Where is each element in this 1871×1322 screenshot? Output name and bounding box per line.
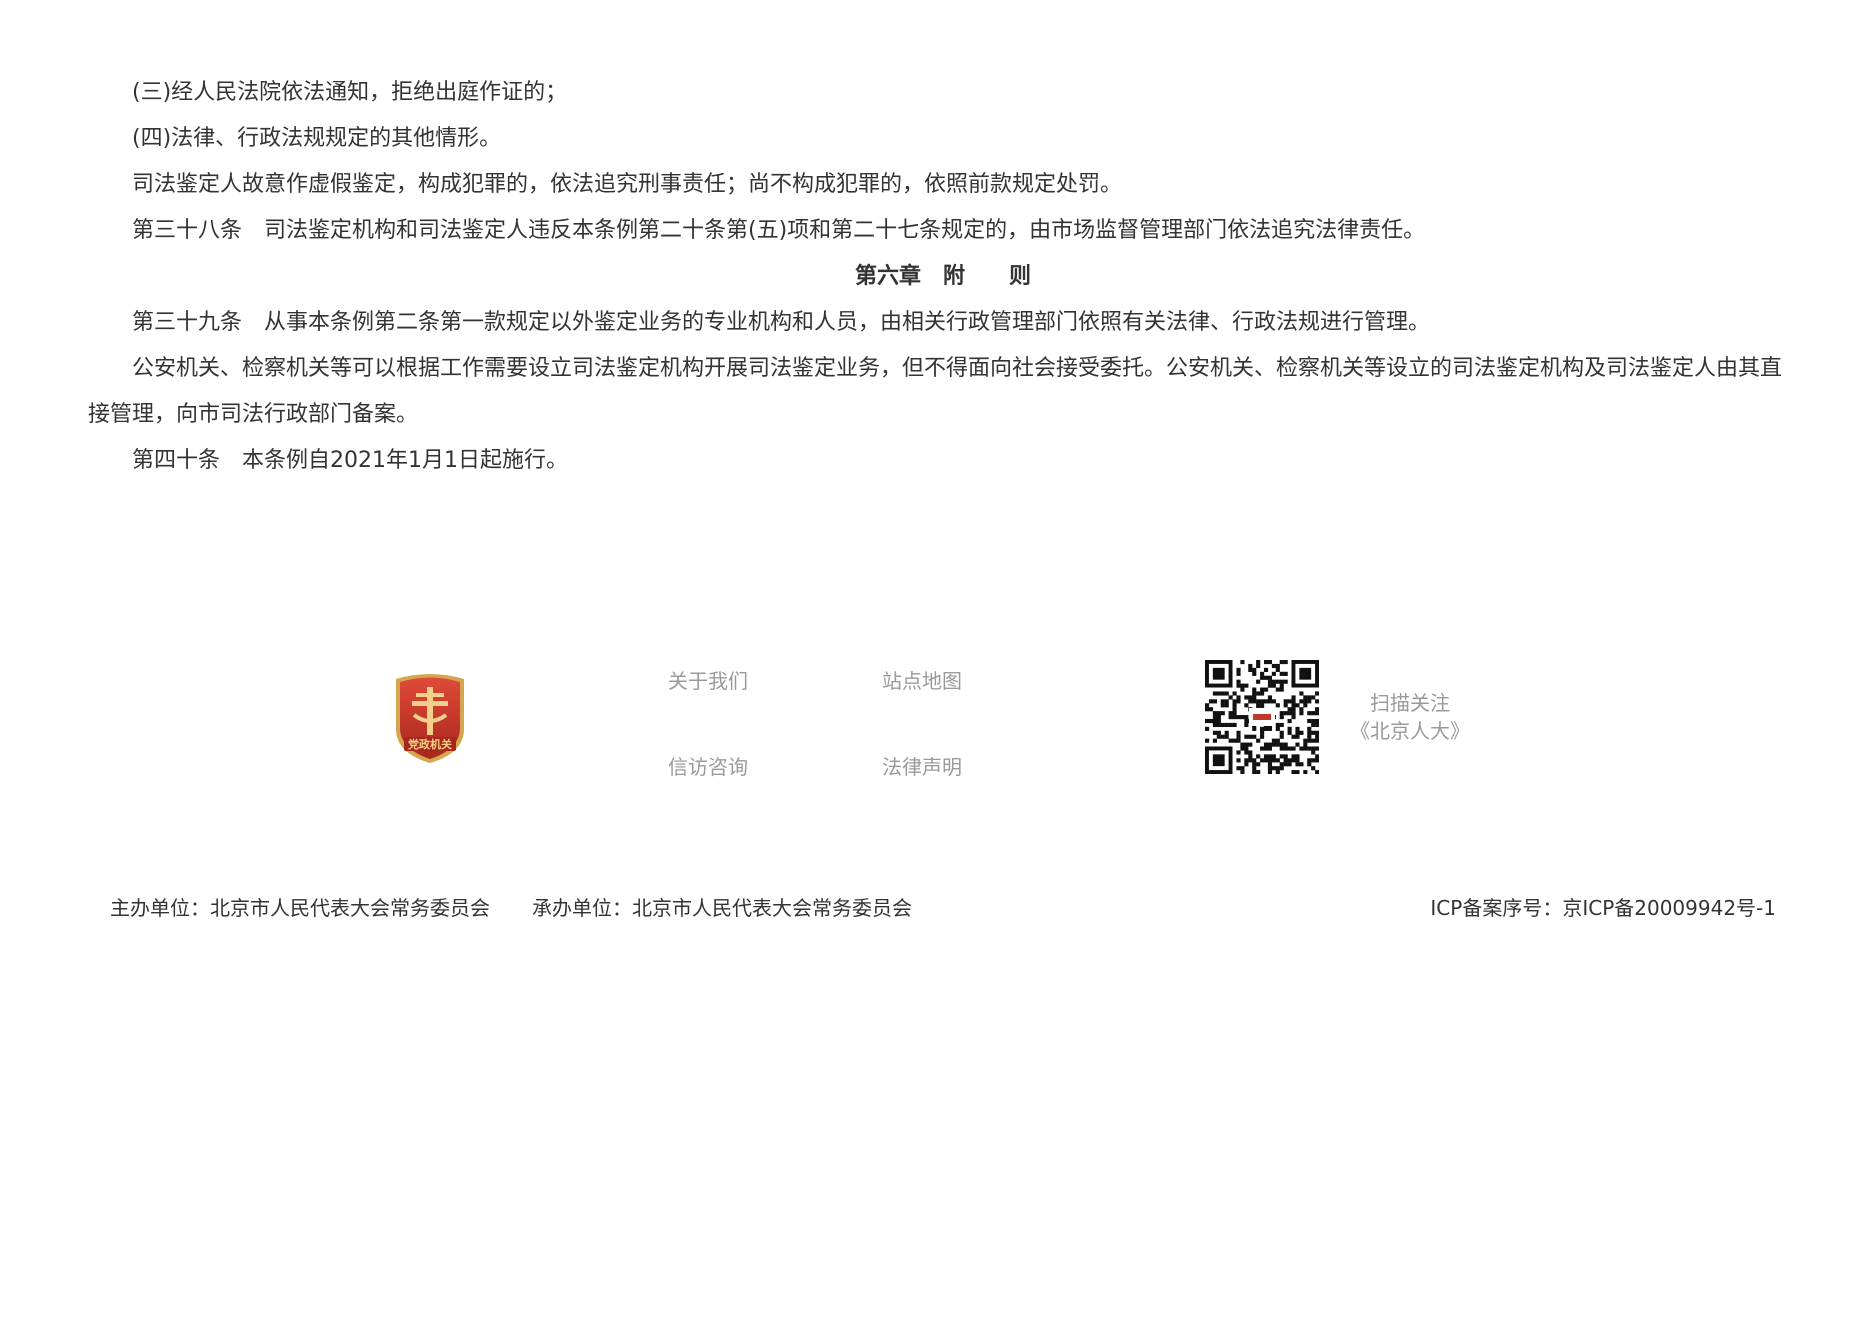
article-paragraph: (三)经人民法院依法通知，拒绝出庭作证的； xyxy=(132,80,568,105)
chapter-heading: 第六章 附 则 xyxy=(854,264,1031,289)
article-paragraph: 第三十八条 司法鉴定机构和司法鉴定人违反本条例第二十条第(五)项和第二十七条规定… xyxy=(132,218,1426,243)
about-us-link[interactable]: 关于我们 xyxy=(668,665,748,694)
footer-links: 党政机关 关于我们 站点地图 信访咨询 法律声明 扫描关注 《北京人大》 xyxy=(0,655,1871,785)
article-body: (三)经人民法院依法通知，拒绝出庭作证的； (四)法律、行政法规规定的其他情形。司… xyxy=(88,70,1798,484)
qr-caption: 扫描关注 《北京人大》 xyxy=(1340,689,1480,745)
article-paragraph: (四)法律、行政法规规定的其他情形。 xyxy=(132,126,502,151)
qr-caption-line2: 《北京人大》 xyxy=(1350,719,1470,743)
article-paragraph: 司法鉴定人故意作虚假鉴定，构成犯罪的，依法追究刑事责任；尚不构成犯罪的，依照前款… xyxy=(132,172,1123,197)
icp-record[interactable]: ICP备案序号：京ICP备20009942号-1 xyxy=(1430,892,1776,921)
article-paragraph: 公安机关、检察机关等可以根据工作需要设立司法鉴定机构开展司法鉴定业务，但不得面向… xyxy=(88,356,1783,427)
article-paragraph: 第四十条 本条例自2021年1月1日起施行。 xyxy=(132,448,568,473)
sponsor-text: 主办单位：北京市人民代表大会常务委员会 xyxy=(110,896,490,920)
article-paragraph: 第三十九条 从事本条例第二条第一款规定以外鉴定业务的专业机构和人员，由相关行政管… xyxy=(132,310,1431,335)
legal-notice-link[interactable]: 法律声明 xyxy=(882,751,962,780)
site-footer: 主办单位：北京市人民代表大会常务委员会 承办单位：北京市人民代表大会常务委员会 … xyxy=(0,892,1871,922)
qr-caption-line1: 扫描关注 xyxy=(1370,691,1450,715)
qr-code-icon xyxy=(1205,660,1320,775)
organizer-text: 承办单位：北京市人民代表大会常务委员会 xyxy=(532,896,912,920)
petition-link[interactable]: 信访咨询 xyxy=(668,751,748,780)
party-government-emblem-icon[interactable]: 党政机关 xyxy=(390,671,470,765)
sitemap-link[interactable]: 站点地图 xyxy=(882,665,962,694)
emblem-text: 党政机关 xyxy=(408,737,452,751)
